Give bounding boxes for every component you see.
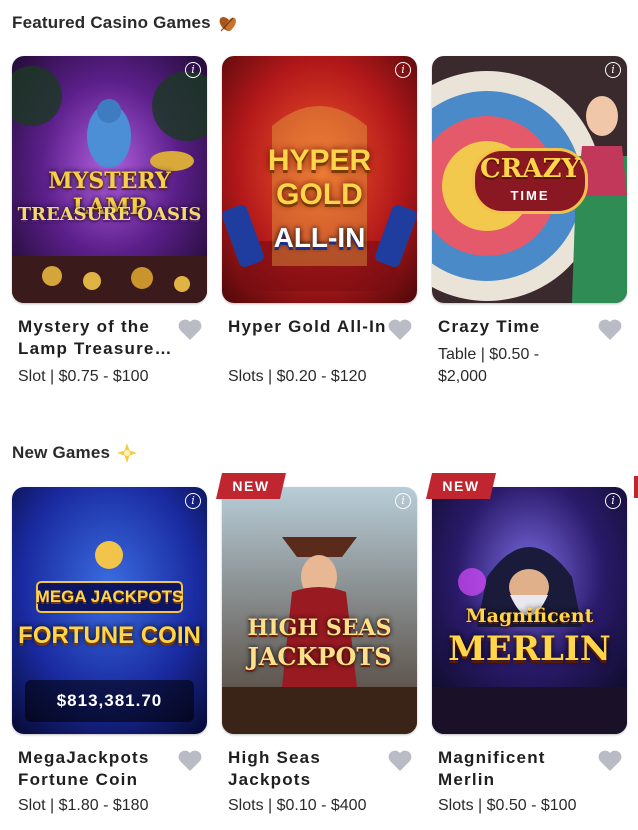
game-card-magnificent-merlin[interactable]: NEW Magnificent MERLIN i Magnificent Mer… (426, 473, 627, 814)
game-thumbnail[interactable]: Magnificent MERLIN i (432, 487, 627, 734)
new-games-section-title: New Games (12, 442, 138, 464)
game-meta: Slot | $0.75 - $100 (18, 368, 149, 385)
section-title-text: Featured Casino Games (12, 13, 211, 32)
game-name[interactable]: High Seas Jackpots (228, 747, 388, 791)
heart-icon[interactable] (177, 749, 203, 773)
info-icon[interactable]: i (395, 493, 411, 509)
game-meta: Slots | $0.10 - $400 (228, 797, 367, 814)
game-name[interactable]: Crazy Time (438, 316, 598, 338)
game-card-crazy-time[interactable]: CRAZY TIME i Crazy Time Table | $0.50 - … (432, 56, 627, 385)
game-artwork (222, 487, 417, 734)
section-title-text: New Games (12, 443, 111, 462)
jackpot-amount: $813,381.70 (25, 680, 194, 722)
new-badge-label: NEW (442, 478, 480, 494)
game-meta: Slots | $0.50 - $100 (438, 797, 577, 814)
game-thumbnail[interactable]: MEGA JACKPOTS FORTUNE COIN $813,381.70 i (12, 487, 207, 734)
info-icon[interactable]: i (605, 62, 621, 78)
info-icon[interactable]: i (185, 62, 201, 78)
sparkle-star-icon (117, 443, 138, 463)
heart-icon[interactable] (597, 318, 623, 342)
featured-section-title: Featured Casino Games (12, 12, 239, 34)
heart-icon[interactable] (387, 749, 413, 773)
new-badge: NEW (426, 473, 496, 499)
leaves-icon (219, 17, 236, 32)
game-name[interactable]: Magnificent Merlin (438, 747, 598, 791)
heart-icon[interactable] (597, 749, 623, 773)
game-card-high-seas[interactable]: NEW HIGH SEAS JACKPOTS i High Seas Jackp… (216, 473, 417, 814)
game-art-subtitle: ALL-IN (273, 222, 366, 253)
game-art-title: MEGA JACKPOTS (35, 587, 184, 606)
heart-icon[interactable] (387, 318, 413, 342)
game-thumbnail[interactable]: CRAZY TIME i (432, 56, 627, 303)
info-icon[interactable]: i (395, 62, 411, 78)
game-thumbnail[interactable]: MYSTERY LAMP TREASURE OASIS i (12, 56, 207, 303)
game-meta: Slots | $0.20 - $120 (228, 368, 367, 385)
game-thumbnail[interactable]: HIGH SEAS JACKPOTS i (222, 487, 417, 734)
game-card-hyper-gold[interactable]: HYPER GOLD ALL-IN i Hyper Gold All-In Sl… (222, 56, 417, 385)
info-icon[interactable]: i (185, 493, 201, 509)
game-name[interactable]: Hyper Gold All-In (228, 316, 388, 338)
game-name[interactable]: MegaJackpots Fortune Coin (18, 747, 178, 791)
game-art-subtitle: MERLIN (448, 629, 611, 669)
new-badge-label: NEW (232, 478, 270, 494)
next-card-badge-peek (634, 476, 638, 498)
heart-icon[interactable] (177, 318, 203, 342)
new-badge: NEW (216, 473, 286, 499)
game-name[interactable]: Mystery of the Lamp Treasure Oasis (18, 316, 178, 360)
game-thumbnail[interactable]: HYPER GOLD ALL-IN i (222, 56, 417, 303)
game-art-title: Magnificent (465, 605, 594, 627)
game-art-title: HIGH SEAS (247, 615, 392, 641)
game-art-subtitle: TREASURE OASIS (17, 204, 202, 225)
game-art-subtitle: TIME (510, 188, 550, 203)
game-art-title: HYPER GOLD (267, 144, 372, 211)
game-art-subtitle: JACKPOTS (247, 642, 392, 671)
info-icon[interactable]: i (605, 493, 621, 509)
game-card-mystery-lamp[interactable]: MYSTERY LAMP TREASURE OASIS i Mystery of… (12, 56, 207, 385)
game-art-subtitle: FORTUNE COIN (18, 622, 201, 649)
game-meta: Table | $0.50 - $2,000 (438, 346, 540, 385)
game-meta: Slot | $1.80 - $180 (18, 797, 149, 814)
game-card-megajackpots[interactable]: MEGA JACKPOTS FORTUNE COIN $813,381.70 i… (12, 487, 207, 814)
game-art-title: CRAZY (479, 154, 580, 184)
